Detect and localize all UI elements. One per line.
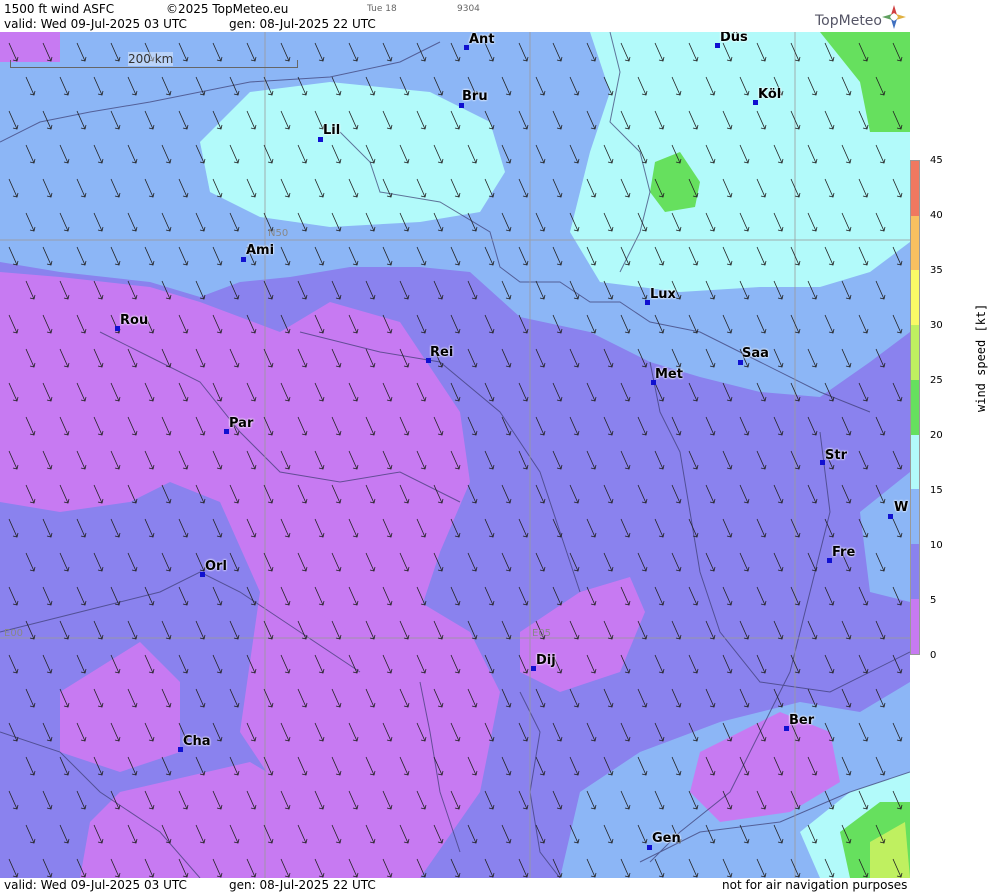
logo-text: TopMeteo bbox=[815, 13, 882, 29]
product-title: 1500 ft wind ASFC bbox=[4, 2, 115, 16]
city-label-ant: Ant bbox=[469, 32, 495, 47]
colorbar-tick: 40 bbox=[930, 210, 943, 221]
footer-gen: gen: 08-Jul-2025 22 UTC bbox=[229, 878, 376, 892]
city-label-orl: Orl bbox=[205, 559, 227, 574]
legend-panel: 45 40 35 30 25 20 15 10 5 0 wind speed [… bbox=[910, 32, 1000, 878]
city-label-lil: Lil bbox=[323, 123, 341, 138]
city-label-saa: Saa bbox=[742, 346, 769, 361]
city-label-w: W bbox=[894, 500, 909, 515]
city-label-par: Par bbox=[229, 416, 254, 431]
city-label-dij: Dij bbox=[536, 653, 556, 668]
scale-label: 200 km bbox=[128, 52, 174, 66]
compass-star-icon bbox=[882, 5, 906, 29]
city-label-cha: Cha bbox=[183, 734, 211, 749]
city-label-ami: Ami bbox=[246, 243, 275, 258]
city-marker[interactable] bbox=[888, 514, 893, 519]
topmeteo-logo[interactable]: TopMeteo bbox=[815, 13, 882, 29]
colorbar-25-30 bbox=[911, 325, 919, 380]
colorbar-tick: 30 bbox=[930, 320, 943, 331]
colorbar-tick: 10 bbox=[930, 540, 943, 551]
city-label-ber: Ber bbox=[789, 713, 815, 728]
city-label-kol: Köl bbox=[758, 87, 782, 102]
city-label-rei: Rei bbox=[430, 345, 454, 360]
wind-map[interactable]: 200 km N50 E00 E05 Ant Düs Bru Köl Lil A… bbox=[0, 32, 910, 878]
city-label-bru: Bru bbox=[462, 89, 488, 104]
city-label-str: Str bbox=[825, 448, 847, 463]
grid-label-e00: E00 bbox=[4, 628, 24, 639]
valid-time: valid: Wed 09-Jul-2025 03 UTC bbox=[4, 17, 187, 31]
city-label-fre: Fre bbox=[832, 545, 856, 560]
grid-label-e05: E05 bbox=[532, 628, 552, 639]
city-label-lux: Lux bbox=[650, 287, 676, 302]
colorbar-10-15 bbox=[911, 489, 919, 545]
colorbar-40-45 bbox=[911, 161, 919, 216]
colorbar-title: wind speed [kt] bbox=[974, 303, 988, 412]
copyright: ©2025 TopMeteo.eu bbox=[166, 2, 289, 16]
colorbar-0-5 bbox=[911, 598, 919, 654]
colorbar-tick: 35 bbox=[930, 265, 943, 276]
footer-valid: valid: Wed 09-Jul-2025 03 UTC bbox=[4, 878, 187, 892]
wind-zone-0-5-corner bbox=[0, 32, 60, 62]
city-label-rou: Rou bbox=[120, 313, 149, 328]
colorbar-30-35 bbox=[911, 270, 919, 326]
colorbar-tick: 5 bbox=[930, 595, 937, 606]
city-label-gen: Gen bbox=[652, 831, 681, 846]
colorbar-15-20 bbox=[911, 434, 919, 490]
city-label-met: Met bbox=[655, 367, 683, 382]
footer-disclaimer: not for air navigation purposes bbox=[722, 878, 908, 892]
colorbar-tick: 25 bbox=[930, 375, 943, 386]
day-label: Tue 18 bbox=[367, 4, 397, 14]
colorbar-tick: 20 bbox=[930, 430, 943, 441]
colorbar-5-10 bbox=[911, 544, 919, 599]
wind-field-svg bbox=[0, 32, 910, 878]
colorbar-tick: 0 bbox=[930, 650, 937, 661]
colorbar-20-25 bbox=[911, 379, 919, 435]
generation-time: gen: 08-Jul-2025 22 UTC bbox=[229, 17, 376, 31]
city-label-dus: Düs bbox=[720, 32, 748, 45]
colorbar-tick: 15 bbox=[930, 485, 943, 496]
run-code: 9304 bbox=[457, 4, 480, 14]
colorbar bbox=[910, 160, 920, 655]
colorbar-35-40 bbox=[911, 215, 919, 271]
colorbar-tick: 45 bbox=[930, 155, 943, 166]
grid-label-n50: N50 bbox=[268, 228, 289, 239]
